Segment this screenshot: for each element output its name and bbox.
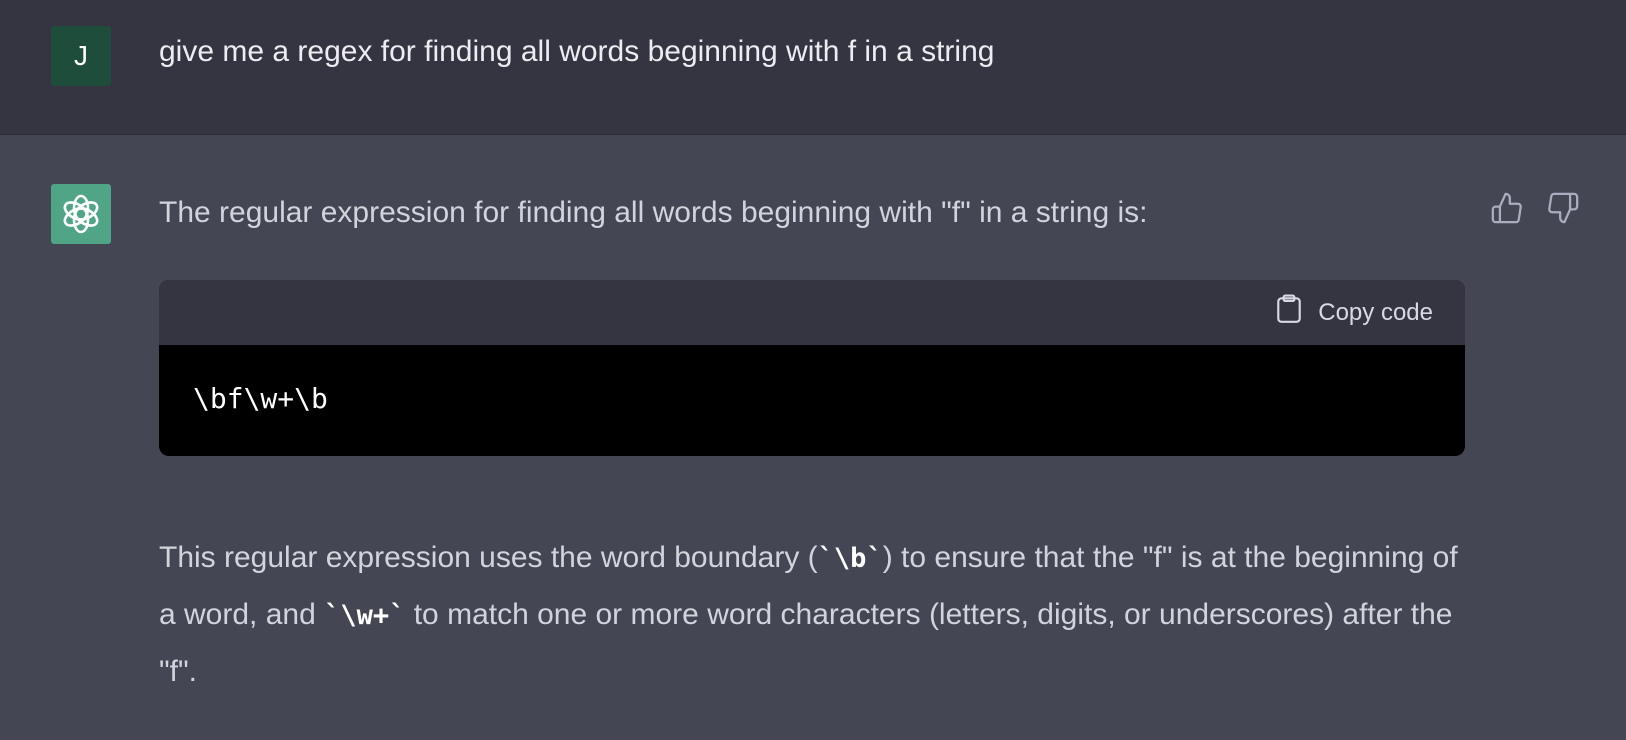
feedback-buttons — [1490, 191, 1580, 225]
thumbs-up-icon[interactable] — [1490, 191, 1524, 225]
clipboard-icon — [1276, 294, 1302, 331]
code-block-header: Copy code — [159, 280, 1465, 345]
inline-code-word-chars: `\w+` — [324, 600, 406, 631]
user-avatar: J — [51, 26, 111, 86]
openai-logo-icon — [51, 184, 111, 244]
inline-code-word-boundary: `\b` — [817, 543, 883, 574]
thumbs-down-icon[interactable] — [1546, 191, 1580, 225]
explanation-part-1: This regular expression uses the word bo… — [159, 541, 818, 574]
copy-code-label: Copy code — [1318, 298, 1433, 326]
assistant-intro-text: The regular expression for finding all w… — [159, 196, 1148, 229]
assistant-message-row: The regular expression for finding all w… — [0, 135, 1626, 740]
user-message-row: J give me a regex for finding all words … — [0, 0, 1626, 135]
explanation-text: This regular expression uses the word bo… — [159, 530, 1459, 700]
code-content: \bf\w+\b — [193, 382, 328, 415]
user-message-text: give me a regex for finding all words be… — [159, 35, 995, 68]
copy-code-button[interactable]: Copy code — [1276, 294, 1433, 331]
code-block: Copy code \bf\w+\b — [159, 280, 1465, 456]
